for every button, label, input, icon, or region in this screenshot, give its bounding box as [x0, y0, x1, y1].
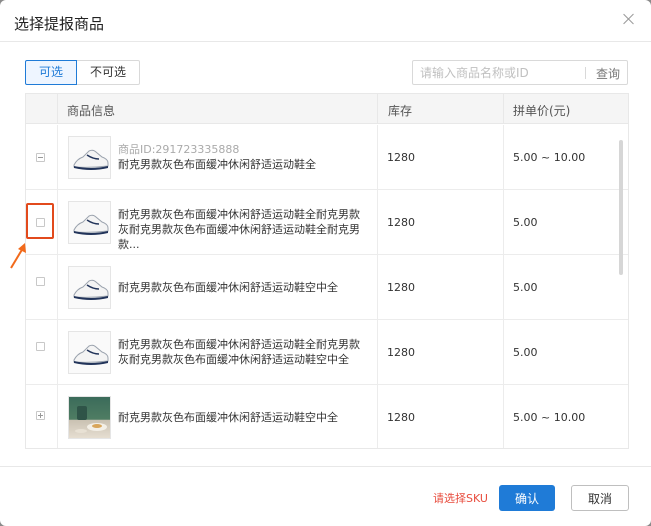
- column-header-stock: 库存: [388, 104, 413, 118]
- row-divider: [377, 125, 378, 190]
- row-divider: [57, 385, 58, 448]
- price-value: 5.00 ~ 10.00: [513, 151, 586, 164]
- price-value: 5.00: [513, 281, 538, 294]
- row-checkbox[interactable]: [36, 342, 45, 351]
- table-row: 商品ID:291723335888 耐克男款灰色布面缓冲休闲舒适运动鞋全 128…: [26, 125, 628, 190]
- row-divider: [377, 190, 378, 255]
- row-divider: [57, 125, 58, 190]
- product-name: 耐克男款灰色布面缓冲休闲舒适运动鞋全: [118, 158, 316, 171]
- row-divider: [503, 320, 504, 385]
- product-thumbnail: [68, 136, 111, 179]
- product-name: 耐克男款灰色布面缓冲休闲舒适运动鞋全耐克男款灰耐克男款灰色布面缓冲休闲舒适运动鞋…: [118, 208, 360, 251]
- search-button[interactable]: 查询: [596, 65, 620, 82]
- table-scrollbar[interactable]: [619, 140, 623, 275]
- sneaker-image-icon: [73, 344, 109, 365]
- row-divider: [377, 255, 378, 320]
- row-divider: [503, 385, 504, 448]
- dialog-header: 选择提报商品: [0, 0, 651, 42]
- table-row: 耐克男款灰色布面缓冲休闲舒适运动鞋全耐克男款灰耐克男款灰色布面缓冲休闲舒适运动鞋…: [26, 190, 628, 255]
- row-divider: [57, 190, 58, 255]
- row-divider: [503, 255, 504, 320]
- product-name: 耐克男款灰色布面缓冲休闲舒适运动鞋空中全: [118, 281, 338, 294]
- row-divider: [377, 385, 378, 448]
- product-info: 商品ID:291723335888 耐克男款灰色布面缓冲休闲舒适运动鞋全: [118, 142, 368, 172]
- table-row: 耐克男款灰色布面缓冲休闲舒适运动鞋全耐克男款灰耐克男款灰色布面缓冲休闲舒适运动鞋…: [26, 320, 628, 385]
- sneaker-image-icon: [73, 149, 109, 170]
- confirm-button[interactable]: 确认: [499, 485, 555, 511]
- tableware-image-icon: [75, 406, 107, 433]
- close-icon[interactable]: [621, 11, 637, 27]
- column-divider: [503, 94, 504, 124]
- product-name: 耐克男款灰色布面缓冲休闲舒适运动鞋全耐克男款灰耐克男款灰色布面缓冲休闲舒适运动鞋…: [118, 338, 360, 366]
- stock-value: 1280: [387, 346, 415, 359]
- row-checkbox[interactable]: [36, 277, 45, 286]
- stock-value: 1280: [387, 411, 415, 424]
- stock-value: 1280: [387, 151, 415, 164]
- price-value: 5.00: [513, 216, 538, 229]
- collapse-toggle-icon[interactable]: [36, 153, 45, 162]
- product-thumbnail: [68, 396, 111, 439]
- filter-tabs: 可选 不可选: [25, 60, 141, 85]
- dialog-footer: 请选择SKU 确认 取消: [0, 466, 651, 526]
- product-name: 耐克男款灰色布面缓冲休闲舒适运动鞋空中全: [118, 411, 338, 424]
- select-sku-hint: 请选择SKU: [433, 492, 488, 505]
- row-divider: [503, 125, 504, 190]
- stock-value: 1280: [387, 216, 415, 229]
- sneaker-image-icon: [73, 279, 109, 300]
- column-divider: [57, 94, 58, 124]
- expand-toggle-icon[interactable]: [36, 411, 45, 420]
- search-divider: [585, 67, 586, 79]
- column-header-group-price: 拼单价(元): [513, 104, 571, 118]
- product-thumbnail: [68, 266, 111, 309]
- cancel-button[interactable]: 取消: [571, 485, 629, 511]
- annotation-arrow-icon: [10, 243, 26, 269]
- product-thumbnail: [68, 201, 111, 244]
- product-id: 商品ID:291723335888: [118, 143, 240, 156]
- product-thumbnail: [68, 331, 111, 374]
- row-divider: [377, 320, 378, 385]
- annotation-highlight-box: [26, 203, 54, 239]
- stock-value: 1280: [387, 281, 415, 294]
- price-value: 5.00 ~ 10.00: [513, 411, 586, 424]
- dialog-title: 选择提报商品: [14, 15, 105, 33]
- price-value: 5.00: [513, 346, 538, 359]
- table-row: 耐克男款灰色布面缓冲休闲舒适运动鞋空中全 1280 5.00 ~ 10.00: [26, 385, 628, 448]
- sneaker-image-icon: [73, 214, 109, 235]
- tab-unavailable[interactable]: 不可选: [77, 60, 141, 85]
- table-row: 耐克男款灰色布面缓冲休闲舒适运动鞋空中全 1280 5.00: [26, 255, 628, 320]
- table-header: 商品信息 库存 拼单价(元): [26, 94, 628, 124]
- row-divider: [57, 255, 58, 320]
- column-header-product-info: 商品信息: [67, 104, 116, 118]
- tab-available[interactable]: 可选: [25, 60, 78, 85]
- row-divider: [503, 190, 504, 255]
- column-divider: [377, 94, 378, 124]
- search-box: 查询: [412, 60, 628, 85]
- product-table: 商品信息 库存 拼单价(元) 商品ID:291723335888 耐克男款灰色布…: [25, 93, 629, 449]
- row-divider: [57, 320, 58, 385]
- select-product-dialog: 选择提报商品 可选 不可选 查询 商品信息 库存 拼单价(元): [0, 0, 651, 526]
- search-input[interactable]: [420, 65, 580, 81]
